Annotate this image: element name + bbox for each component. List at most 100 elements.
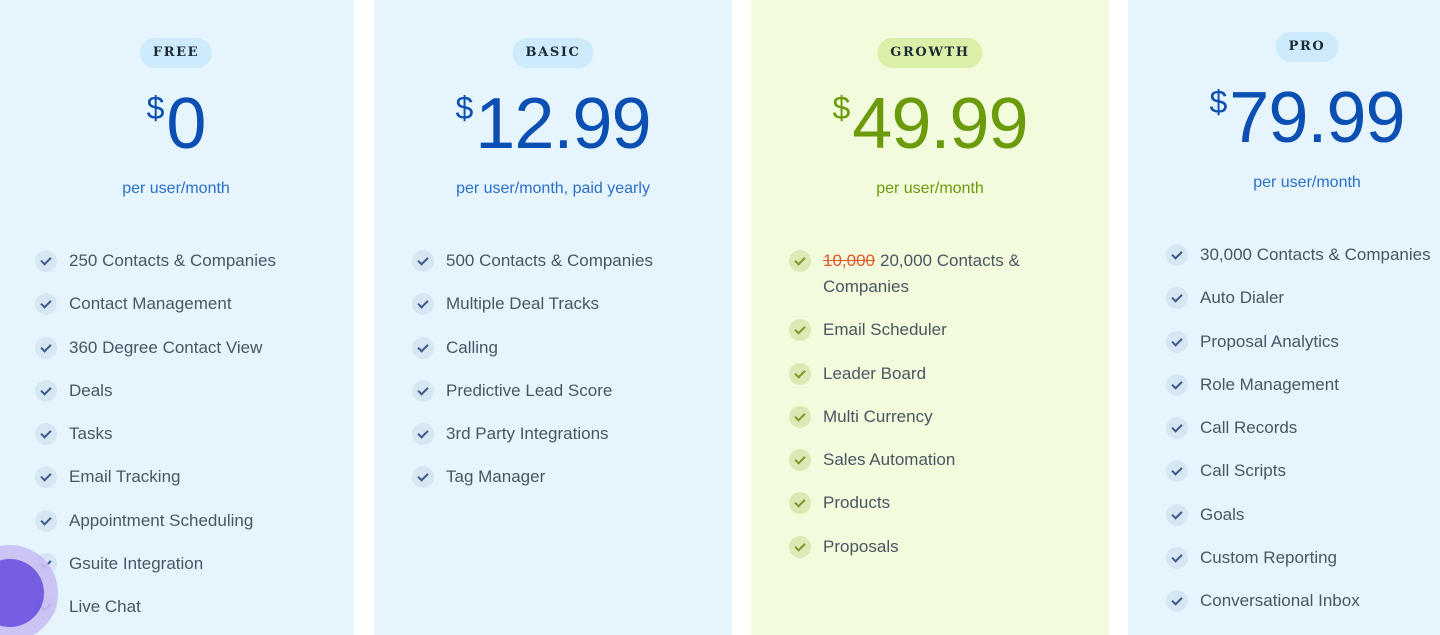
check-icon: [1166, 373, 1188, 396]
feature-label: Live Chat: [69, 597, 141, 617]
feature-item: Appointment Scheduling: [35, 508, 276, 534]
feature-label: 360 Degree Contact View: [69, 337, 263, 357]
check-icon: [1166, 330, 1188, 353]
feature-item: Email Tracking: [35, 464, 276, 490]
check-icon: [1166, 244, 1188, 266]
check-icon: [1166, 287, 1188, 310]
feature-label: Proposal Analytics: [1200, 331, 1339, 351]
plan-card-free: FREE $0 per user/month 250 Contacts & Co…: [0, 0, 354, 635]
price-amount: 12.99: [475, 84, 651, 164]
plan-badge-growth: GROWTH: [877, 38, 983, 68]
feature-item: 3rd Party Integrations: [412, 421, 653, 447]
feature-list-basic: 500 Contacts & Companies Multiple Deal T…: [412, 248, 653, 508]
check-icon: [789, 319, 811, 342]
feature-item: Call Scripts: [1166, 458, 1431, 484]
feature-item: Proposals: [789, 534, 1053, 560]
check-icon: [412, 250, 434, 272]
plan-price-growth: $49.99: [832, 88, 1029, 160]
feature-item: Conversational Inbox: [1166, 588, 1431, 614]
currency-symbol: $: [832, 90, 851, 126]
feature-label: Call Scripts: [1200, 461, 1286, 481]
check-icon: [35, 509, 57, 532]
feature-label: Email Scheduler: [823, 320, 947, 340]
check-icon: [412, 466, 434, 489]
plan-badge-free: FREE: [139, 38, 213, 68]
pricing-section: FREE $0 per user/month 250 Contacts & Co…: [0, 0, 1440, 635]
check-icon: [35, 423, 57, 446]
feature-list-free: 250 Contacts & Companies Contact Managem…: [35, 248, 276, 635]
check-icon: [412, 423, 434, 446]
feature-item: Tasks: [35, 421, 276, 447]
check-icon: [412, 293, 434, 316]
feature-label: Sales Automation: [823, 450, 956, 470]
feature-item: Predictive Lead Score: [412, 378, 653, 404]
feature-label: Multi Currency: [823, 406, 933, 426]
feature-label: Conversational Inbox: [1200, 591, 1360, 611]
feature-label: 3rd Party Integrations: [446, 424, 609, 444]
feature-label: Predictive Lead Score: [446, 380, 613, 400]
check-icon: [35, 379, 57, 402]
feature-label: Email Tracking: [69, 467, 181, 487]
feature-label: 500 Contacts & Companies: [446, 251, 653, 270]
feature-label: Role Management: [1200, 374, 1339, 394]
feature-item: Tag Manager: [412, 464, 653, 490]
feature-label: Deals: [69, 380, 113, 400]
feature-label: 250 Contacts & Companies: [69, 251, 276, 270]
check-icon: [789, 449, 811, 472]
feature-label: Auto Dialer: [1200, 288, 1285, 308]
plan-period-free: per user/month: [122, 180, 230, 197]
check-icon: [1166, 590, 1188, 613]
check-icon: [789, 535, 811, 558]
feature-label: Call Records: [1200, 418, 1298, 438]
plan-period-pro: per user/month: [1253, 174, 1361, 191]
currency-symbol: $: [455, 90, 474, 126]
feature-label: Goals: [1200, 504, 1245, 524]
feature-label: Gsuite Integration: [69, 554, 204, 574]
feature-item: Auto Dialer: [1166, 285, 1431, 311]
feature-label: Tag Manager: [446, 467, 546, 487]
check-icon: [412, 379, 434, 402]
check-icon: [35, 250, 57, 272]
feature-label: Leader Board: [823, 363, 927, 383]
feature-label: Proposals: [823, 536, 899, 556]
feature-item: Products: [789, 490, 1053, 516]
check-icon: [789, 250, 811, 272]
feature-item: 360 Degree Contact View: [35, 335, 276, 361]
feature-item: Goals: [1166, 502, 1431, 528]
check-icon: [1166, 503, 1188, 526]
check-icon: [1166, 547, 1188, 570]
plan-card-pro: PRO $79.99 per user/month 30,000 Contact…: [1128, 0, 1440, 635]
feature-item: Sales Automation: [789, 447, 1053, 473]
plan-price-basic: $12.99: [455, 88, 652, 160]
price-amount: 0: [166, 84, 206, 164]
feature-item: Gsuite Integration: [35, 551, 276, 577]
plan-card-basic: BASIC $12.99 per user/month, paid yearly…: [374, 0, 732, 635]
feature-item: Proposal Analytics: [1166, 329, 1431, 355]
price-amount: 49.99: [852, 84, 1028, 164]
plan-period-basic: per user/month, paid yearly: [456, 180, 650, 197]
plan-price-pro: $79.99: [1209, 82, 1406, 154]
currency-symbol: $: [1209, 84, 1228, 120]
check-icon: [1166, 417, 1188, 440]
check-icon: [412, 336, 434, 359]
check-icon: [35, 466, 57, 489]
check-icon: [35, 293, 57, 316]
feature-item: 500 Contacts & Companies: [412, 248, 653, 274]
plan-badge-basic: BASIC: [512, 38, 594, 68]
feature-list-growth: 10,000 20,000 Contacts & Companies Email …: [789, 248, 1053, 577]
feature-list-pro: 30,000 Contacts & Companies Auto Dialer …: [1166, 242, 1431, 632]
check-icon: [789, 492, 811, 515]
plan-badge-pro: PRO: [1275, 32, 1339, 62]
feature-item: Multiple Deal Tracks: [412, 291, 653, 317]
feature-label: Multiple Deal Tracks: [446, 294, 600, 314]
check-icon: [789, 405, 811, 428]
plan-price-free: $0: [147, 88, 207, 160]
plan-card-growth: GROWTH $49.99 per user/month 10,000 20,00…: [751, 0, 1109, 635]
feature-item: Email Scheduler: [789, 317, 1053, 343]
feature-label: Products: [823, 493, 891, 513]
check-icon: [789, 362, 811, 385]
feature-item: Deals: [35, 378, 276, 404]
check-icon: [35, 336, 57, 359]
price-amount: 79.99: [1229, 78, 1405, 158]
feature-label: 30,000 Contacts & Companies: [1200, 245, 1431, 264]
